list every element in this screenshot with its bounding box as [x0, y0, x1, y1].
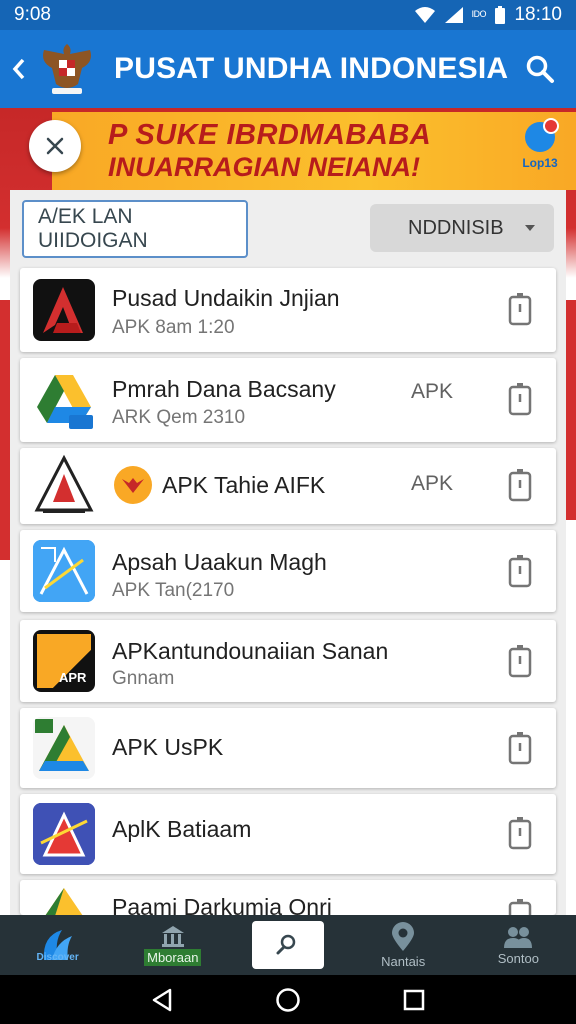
app-icon-apr-label: APR: [59, 670, 87, 685]
carrier-label: ᴵᴰᴼ: [471, 7, 487, 23]
search-icon: [526, 55, 554, 83]
app-list-item[interactable]: Apsah Uaakun Magh APK Tan(2170: [20, 530, 556, 612]
apk-tag: APK: [411, 472, 454, 495]
app-icon-blue-map: [33, 540, 95, 602]
app-icon-triangle-seal: [33, 454, 95, 516]
system-navigation-bar: [0, 975, 576, 1024]
download-icon[interactable]: [508, 898, 532, 915]
promo-line-1: P SUKE IBRDMABABA: [108, 119, 432, 151]
recents-square-icon[interactable]: [403, 989, 425, 1011]
download-icon[interactable]: [508, 816, 532, 850]
status-icons: ᴵᴰᴼ 18:10: [414, 4, 562, 26]
app-title: PUSAT UNDHA INDONESIA: [114, 52, 509, 85]
nav-search[interactable]: [230, 915, 345, 975]
app-list-item[interactable]: APK UsPK: [20, 708, 556, 788]
download-icon[interactable]: [508, 644, 532, 678]
nav-places-label: Nantais: [381, 953, 426, 969]
signal-icon: [444, 7, 463, 23]
download-icon[interactable]: [508, 554, 532, 588]
app-list-item[interactable]: Pmrah Dana Bacsany ARK Qem 2310 APK: [20, 358, 556, 442]
status-clock: 18:10: [514, 4, 562, 25]
app-subtitle: APK 8am 1:20: [112, 317, 235, 338]
promo-badge-text: Lop13: [522, 156, 558, 170]
back-triangle-icon[interactable]: [151, 988, 173, 1012]
nav-building-label: Mboraan: [144, 948, 202, 966]
back-button[interactable]: [2, 39, 36, 99]
nav-discover-label: Discover: [36, 951, 79, 963]
download-icon[interactable]: [508, 382, 532, 416]
app-icon-red-a: [33, 279, 95, 341]
battery-icon: [495, 6, 506, 24]
nav-search-pill: [251, 921, 324, 969]
nav-discover[interactable]: Discover: [0, 915, 115, 975]
bottom-navigation: Discover Mboraan Nantais Sontoo: [0, 915, 576, 975]
search-button[interactable]: [512, 39, 568, 99]
app-name: Pusad Undaikin Jnjian: [112, 285, 340, 311]
search-filter-value: A/EK LAN UIIDOIGAN: [38, 205, 148, 252]
promo-line-2: INUARRAGIAN NEIANA!: [108, 152, 420, 182]
app-name: Pmrah Dana Bacsany: [112, 376, 336, 402]
promo-text: P SUKE IBRDMABABA INUARRAGIAN NEIANA!: [108, 119, 488, 183]
red-badge-icon: [114, 466, 152, 504]
app-icon-drive: [33, 369, 95, 431]
notification-icon: [525, 118, 559, 152]
app-list-item[interactable]: APR APKantundounaiian Sanan Gnnam: [20, 620, 556, 702]
app-list-item[interactable]: APK Tahie AIFK APK: [20, 448, 556, 524]
search-icon: [276, 934, 296, 955]
region-select[interactable]: NDDNISIB: [370, 204, 554, 252]
home-circle-icon[interactable]: [275, 987, 301, 1013]
app-subtitle: ARK Qem 2310: [112, 407, 246, 428]
close-banner-button[interactable]: [29, 120, 81, 172]
promo-banner[interactable]: P SUKE IBRDMABABA INUARRAGIAN NEIANA! Lo…: [52, 112, 576, 190]
chevron-left-icon: [12, 58, 25, 80]
status-time: 9:08: [14, 4, 51, 25]
garuda-emblem-logo: [43, 44, 91, 94]
app-name: Paami Darkumia Onri: [112, 894, 332, 915]
download-icon[interactable]: [508, 731, 532, 765]
app-icon-apr: APR: [33, 630, 95, 692]
nav-building[interactable]: Mboraan: [115, 915, 230, 975]
app-list-item[interactable]: Paami Darkumia Onri: [20, 880, 556, 915]
location-pin-icon: [392, 921, 415, 951]
status-bar: 9:08 ᴵᴰᴼ 18:10: [0, 0, 576, 30]
promo-badge: Lop13: [518, 118, 562, 182]
region-select-value: NDDNISIB: [408, 216, 504, 239]
apk-tag: APK: [411, 380, 454, 403]
app-name: APK UsPK: [112, 734, 224, 760]
app-icon-drive-green: [33, 717, 95, 779]
nav-places[interactable]: Nantais: [346, 915, 461, 975]
people-icon: [504, 926, 533, 948]
app-name: AplK Batiaam: [112, 816, 252, 842]
app-list-item[interactable]: AplK Batiaam: [20, 794, 556, 874]
app-bar: PUSAT UNDHA INDONESIA: [0, 30, 576, 108]
app-icon-drive-partial: [33, 886, 95, 915]
app-name: APKantundounaiian Sanan: [112, 638, 389, 664]
app-icon-blue-triangle: [33, 803, 95, 865]
app-subtitle: Gnnam: [112, 668, 175, 689]
search-filter-input[interactable]: A/EK LAN UIIDOIGAN: [22, 200, 248, 258]
app-subtitle: APK Tan(2170: [112, 580, 235, 601]
download-icon[interactable]: [508, 468, 532, 502]
dropdown-arrow-icon: [525, 225, 535, 231]
app-name: Apsah Uaakun Magh: [112, 549, 327, 575]
wifi-icon: [414, 7, 435, 23]
download-icon[interactable]: [508, 292, 532, 326]
building-icon: [161, 925, 184, 947]
nav-people-label: Sontoo: [497, 950, 539, 966]
nav-people[interactable]: Sontoo: [461, 915, 576, 975]
app-list-item[interactable]: Pusad Undaikin Jnjian APK 8am 1:20: [20, 268, 556, 352]
app-name: APK Tahie AIFK: [162, 472, 326, 498]
close-icon: [46, 137, 64, 155]
